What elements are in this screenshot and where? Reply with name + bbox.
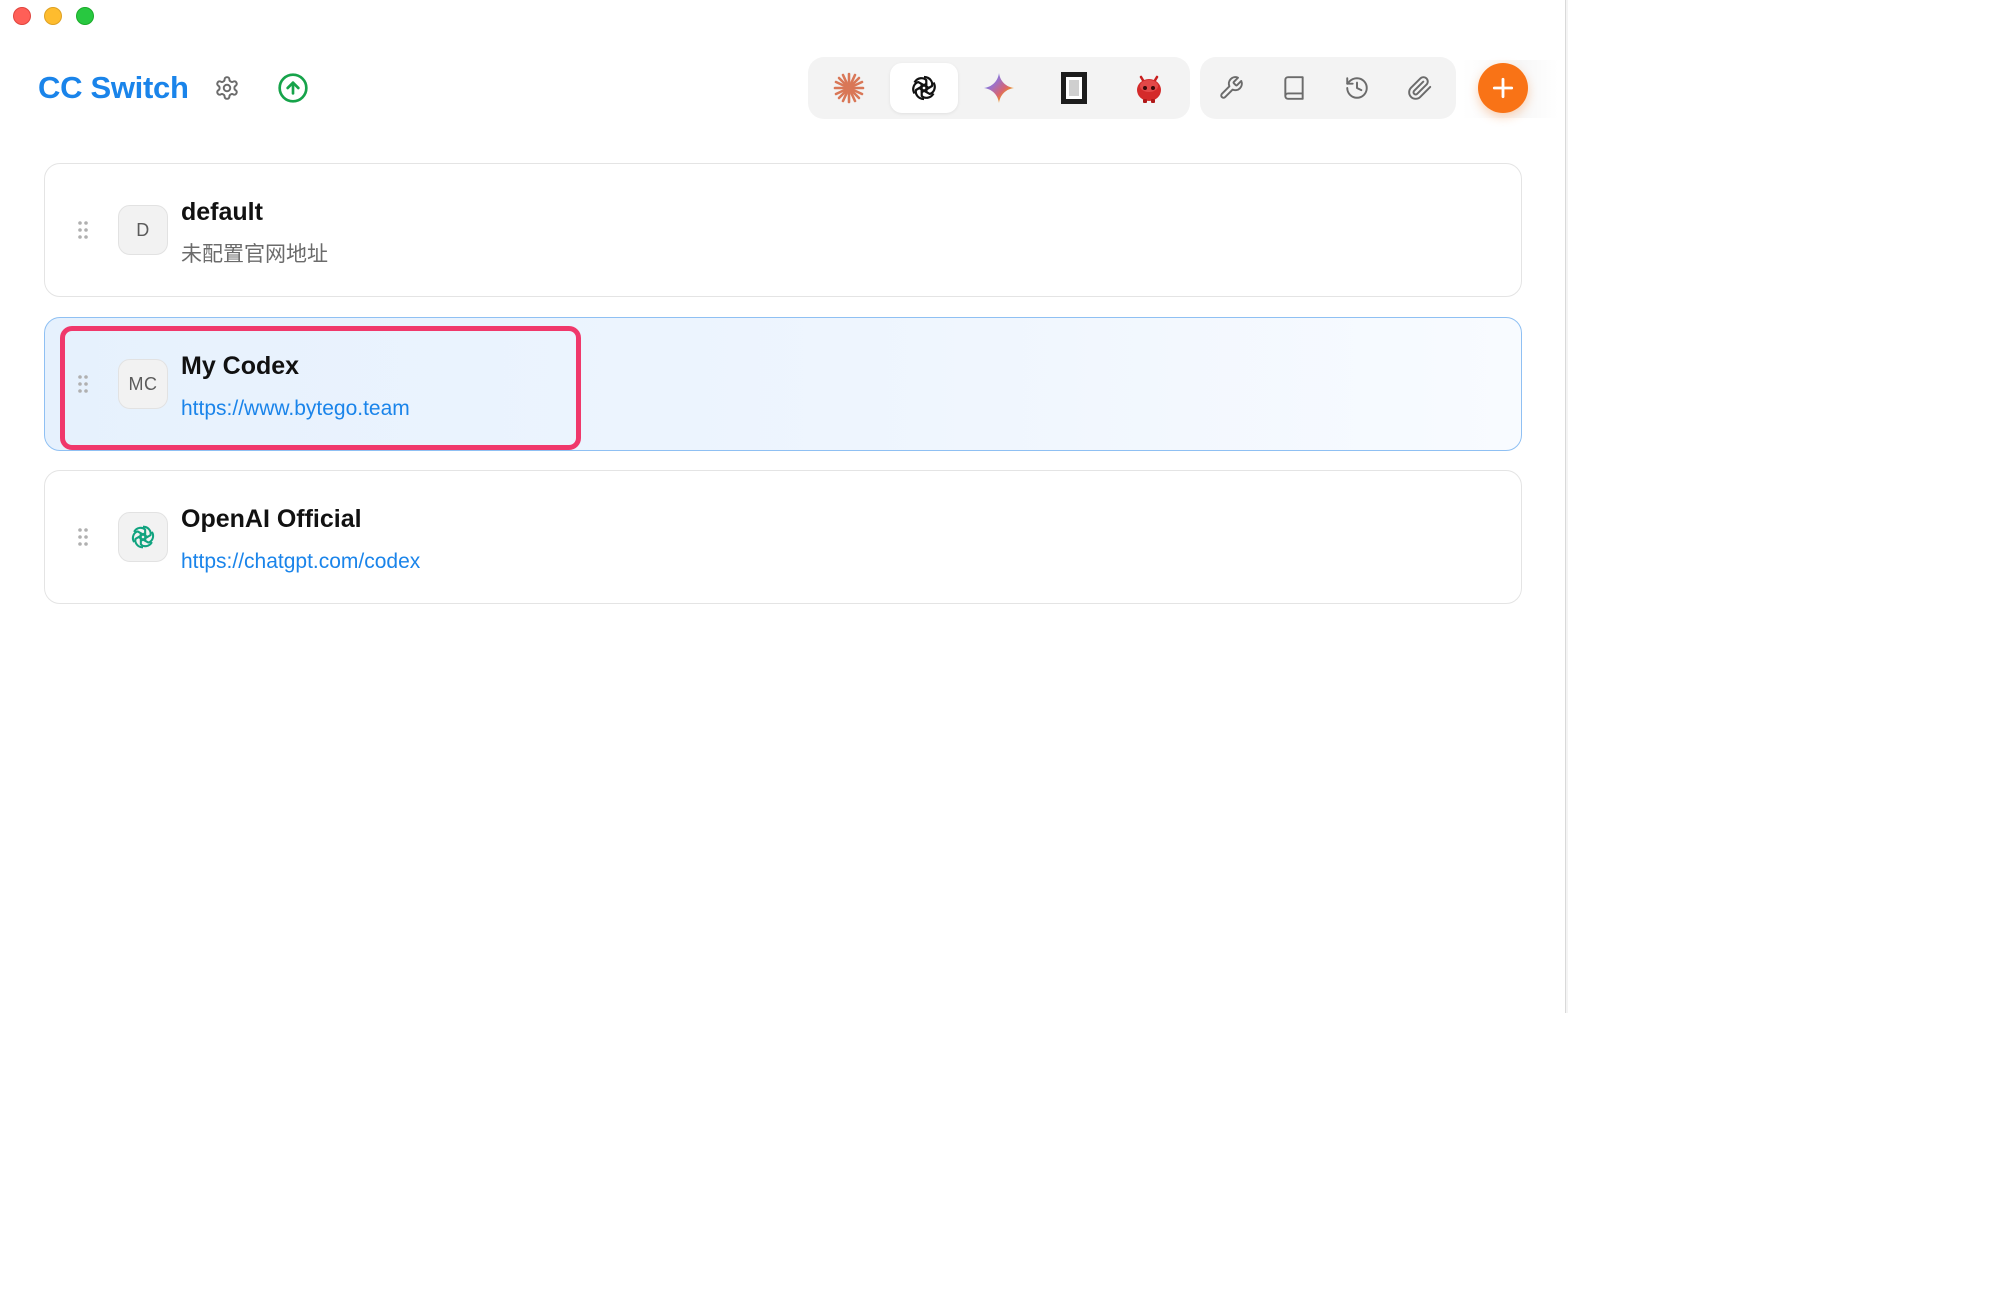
app-switcher <box>808 57 1190 119</box>
square-bracket-icon <box>1061 72 1087 104</box>
tools-bar <box>1200 57 1456 119</box>
window-minimize-button[interactable] <box>44 7 62 25</box>
drag-handle-icon[interactable] <box>77 220 89 240</box>
tab-opencode[interactable] <box>1040 63 1108 113</box>
tab-claude[interactable] <box>815 63 883 113</box>
claude-sparkle-icon <box>832 71 866 105</box>
app-title: CC Switch <box>38 70 189 105</box>
docs-button[interactable] <box>1268 63 1320 113</box>
drag-handle-icon[interactable] <box>77 374 89 394</box>
window-close-button[interactable] <box>13 7 31 25</box>
plus-icon <box>1490 75 1516 101</box>
tab-red-robot[interactable] <box>1115 63 1183 113</box>
provider-avatar: D <box>118 205 168 255</box>
openai-knot-icon <box>908 72 940 104</box>
gemini-star-icon <box>982 71 1016 105</box>
provider-card-openai-official[interactable]: OpenAI Official https://chatgpt.com/code… <box>44 470 1522 604</box>
openai-knot-icon <box>128 522 158 552</box>
update-button[interactable] <box>274 69 312 107</box>
history-button[interactable] <box>1331 63 1383 113</box>
red-robot-icon <box>1132 71 1166 105</box>
add-provider-button[interactable] <box>1478 63 1528 113</box>
provider-avatar: MC <box>118 359 168 409</box>
provider-name: My Codex <box>181 352 300 380</box>
provider-card-default[interactable]: D default 未配置官网地址 <box>44 163 1522 297</box>
paperclip-icon <box>1407 75 1433 101</box>
drag-handle-icon[interactable] <box>77 527 89 547</box>
provider-url-placeholder: 未配置官网地址 <box>181 243 328 266</box>
window-edge <box>1566 0 1568 1013</box>
history-icon <box>1344 75 1370 101</box>
provider-website-link[interactable]: https://chatgpt.com/codex <box>181 548 420 576</box>
tab-codex[interactable] <box>890 63 958 113</box>
book-icon <box>1281 75 1307 101</box>
provider-name: OpenAI Official <box>181 505 362 533</box>
provider-website-link[interactable]: https://www.bytego.team <box>181 395 410 423</box>
tools-button[interactable] <box>1205 63 1257 113</box>
app-window: CC Switch D default 未配置官网地址 MC My Codex … <box>0 0 1566 1013</box>
gear-icon <box>214 75 240 101</box>
arrow-up-circle-icon <box>277 72 309 104</box>
provider-card-my-codex[interactable]: MC My Codex https://www.bytego.team <box>44 317 1522 451</box>
settings-button[interactable] <box>209 70 245 106</box>
window-maximize-button[interactable] <box>76 7 94 25</box>
tab-gemini[interactable] <box>965 63 1033 113</box>
provider-avatar <box>118 512 168 562</box>
wrench-icon <box>1218 75 1244 101</box>
attachments-button[interactable] <box>1394 63 1446 113</box>
provider-name: default <box>181 198 263 226</box>
